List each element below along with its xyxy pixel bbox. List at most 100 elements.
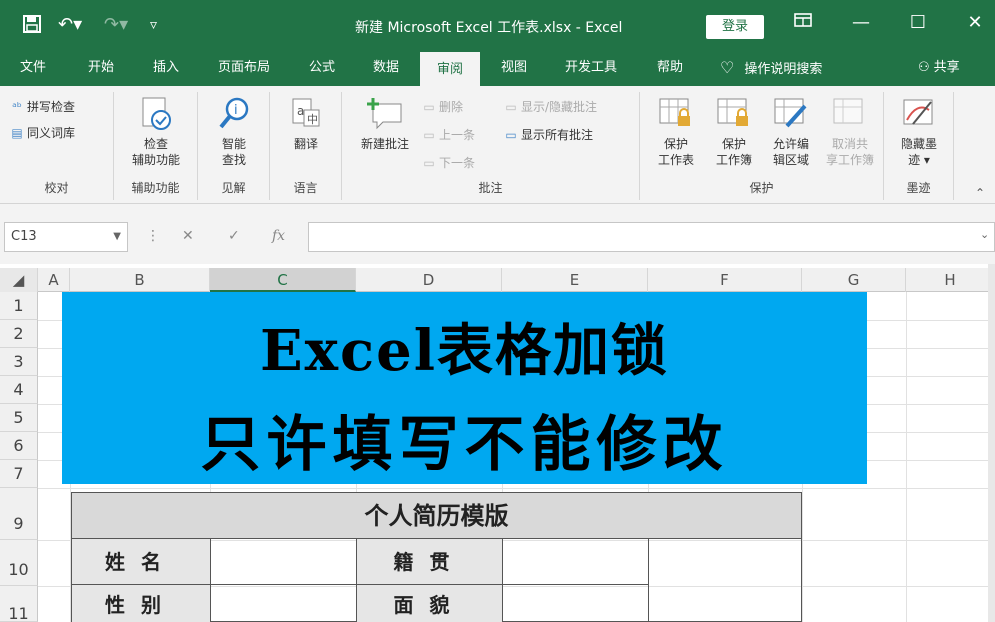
next-comment-button[interactable]: ▭ 下一条 bbox=[422, 154, 475, 171]
column-header-g[interactable]: G bbox=[802, 268, 906, 292]
tab-home[interactable]: 开始 bbox=[76, 52, 126, 86]
column-header-a[interactable]: A bbox=[38, 268, 70, 292]
tab-data[interactable]: 数据 bbox=[360, 52, 412, 86]
tab-review[interactable]: 审阅 bbox=[420, 52, 480, 86]
gridline bbox=[906, 292, 907, 622]
column-header-b[interactable]: B bbox=[70, 268, 210, 292]
delete-comment-label: 删除 bbox=[439, 100, 464, 114]
redo-icon[interactable]: ↷▾ bbox=[104, 14, 128, 35]
column-header-e[interactable]: E bbox=[502, 268, 648, 292]
show-hide-comment-button[interactable]: ▭ 显示/隐藏批注 bbox=[504, 98, 597, 115]
maximize-icon[interactable]: ☐ bbox=[903, 12, 933, 33]
tab-formulas[interactable]: 公式 bbox=[296, 52, 348, 86]
group-label-protect: 保护 bbox=[749, 181, 774, 195]
smart-lookup-icon: i bbox=[219, 97, 249, 129]
vertical-scrollbar[interactable] bbox=[988, 264, 995, 622]
gridline bbox=[38, 488, 995, 489]
appearance-input-cell[interactable] bbox=[503, 585, 649, 622]
tab-page-layout[interactable]: 页面布局 bbox=[208, 52, 280, 86]
protect-sheet-icon bbox=[659, 98, 690, 126]
translate-button[interactable]: a中 翻译 bbox=[276, 96, 336, 152]
appearance-label[interactable]: 面貌 bbox=[357, 585, 503, 622]
undo-icon[interactable]: ↶▾ bbox=[58, 14, 82, 35]
collapse-ribbon-icon[interactable]: ⌃ bbox=[975, 186, 985, 200]
ribbon-display-icon[interactable] bbox=[788, 12, 818, 33]
worksheet-grid[interactable]: ◢ A B C D E F G H 1 2 3 4 5 6 7 9 10 11 … bbox=[0, 264, 995, 622]
show-all-comments-button[interactable]: ▭ 显示所有批注 bbox=[504, 126, 593, 143]
gender-input-cell[interactable] bbox=[211, 585, 357, 622]
row-header[interactable]: 3 bbox=[0, 348, 38, 376]
title-banner[interactable]: Excel表格加锁 只许填写不能修改 bbox=[62, 292, 867, 484]
chevron-down-icon[interactable]: ▼ bbox=[113, 223, 121, 251]
next-comment-icon: ▭ bbox=[423, 156, 435, 170]
share-button[interactable]: ⚇ 共享 bbox=[918, 52, 960, 86]
allow-edit-ranges-label: 允许编 辑区域 bbox=[772, 137, 809, 167]
save-icon[interactable] bbox=[22, 14, 42, 39]
protect-workbook-button[interactable]: 保护 工作簿 bbox=[704, 96, 764, 168]
more-icon: ⋮ bbox=[146, 228, 160, 244]
row-header[interactable]: 9 bbox=[0, 488, 38, 540]
row-header[interactable]: 10 bbox=[0, 540, 38, 586]
group-insights: i 智能 查找 见解 bbox=[198, 92, 270, 200]
origin-label[interactable]: 籍贯 bbox=[357, 539, 503, 585]
unshare-workbook-icon bbox=[833, 98, 863, 124]
unshare-workbook-button[interactable]: 取消共 享工作簿 bbox=[818, 96, 882, 168]
cancel-icon[interactable]: ✕ bbox=[182, 228, 194, 244]
row-header[interactable]: 11 bbox=[0, 586, 38, 622]
close-icon[interactable]: ✕ bbox=[960, 12, 990, 33]
enter-icon[interactable]: ✓ bbox=[228, 228, 240, 244]
photo-cell[interactable] bbox=[649, 539, 801, 622]
row-header[interactable]: 2 bbox=[0, 320, 38, 348]
svg-text:a: a bbox=[297, 104, 304, 118]
allow-edit-ranges-button[interactable]: 允许编 辑区域 bbox=[760, 96, 822, 168]
name-box[interactable]: C13 ▼ bbox=[4, 222, 128, 252]
tab-insert[interactable]: 插入 bbox=[140, 52, 192, 86]
tab-file[interactable]: 文件 bbox=[8, 52, 58, 86]
group-label-ink: 墨迹 bbox=[906, 181, 931, 195]
tab-developer[interactable]: 开发工具 bbox=[552, 52, 630, 86]
thesaurus-button[interactable]: ▤ 同义词库 bbox=[10, 124, 75, 141]
name-box-value: C13 bbox=[11, 229, 37, 244]
unshare-workbook-label: 取消共 享工作簿 bbox=[825, 137, 874, 167]
formula-input[interactable] bbox=[308, 222, 995, 252]
column-header-c[interactable]: C bbox=[210, 268, 356, 292]
smart-lookup-label: 智能 查找 bbox=[221, 137, 246, 167]
origin-input-cell[interactable] bbox=[503, 539, 649, 585]
group-accessibility: 检查 辅助功能 辅助功能 bbox=[114, 92, 198, 200]
column-header-h[interactable]: H bbox=[906, 268, 995, 292]
name-input-cell[interactable] bbox=[211, 539, 357, 585]
tab-view[interactable]: 视图 bbox=[488, 52, 540, 86]
hide-ink-button[interactable]: 隐藏墨 迹 ▾ bbox=[888, 96, 950, 168]
gender-label[interactable]: 性别 bbox=[72, 585, 211, 622]
column-header-d[interactable]: D bbox=[356, 268, 502, 292]
tell-me-search[interactable]: ♡ 操作说明搜索 bbox=[720, 52, 822, 86]
insert-function-icon[interactable]: fx bbox=[272, 228, 285, 244]
minimize-icon[interactable]: — bbox=[846, 12, 876, 33]
protect-sheet-label: 保护 工作表 bbox=[657, 137, 694, 167]
banner-line-1: Excel表格加锁 bbox=[259, 318, 670, 384]
row-header[interactable]: 7 bbox=[0, 460, 38, 488]
new-comment-label: 新建批注 bbox=[360, 137, 409, 151]
tab-help[interactable]: 帮助 bbox=[644, 52, 696, 86]
name-label[interactable]: 姓名 bbox=[72, 539, 211, 585]
protect-workbook-label: 保护 工作簿 bbox=[715, 137, 752, 167]
spell-check-button[interactable]: ᵃᵇ 拼写检查 bbox=[10, 98, 75, 115]
customize-icon[interactable]: ▿ bbox=[150, 17, 157, 33]
column-header-f[interactable]: F bbox=[648, 268, 802, 292]
check-accessibility-button[interactable]: 检查 辅助功能 bbox=[120, 96, 192, 168]
previous-comment-button[interactable]: ▭ 上一条 bbox=[422, 126, 475, 143]
resume-title[interactable]: 个人简历模版 bbox=[72, 493, 801, 539]
svg-text:中: 中 bbox=[307, 113, 318, 126]
protect-sheet-button[interactable]: 保护 工作表 bbox=[646, 96, 706, 168]
select-all-corner[interactable]: ◢ bbox=[0, 268, 38, 292]
row-header[interactable]: 6 bbox=[0, 432, 38, 460]
expand-formula-icon[interactable]: ⌄ bbox=[980, 228, 989, 241]
smart-lookup-button[interactable]: i 智能 查找 bbox=[204, 96, 264, 168]
translate-icon: a中 bbox=[292, 98, 320, 127]
row-header[interactable]: 1 bbox=[0, 292, 38, 320]
row-header[interactable]: 5 bbox=[0, 404, 38, 432]
delete-comment-button[interactable]: ▭ 删除 bbox=[422, 98, 463, 115]
login-button[interactable]: 登录 bbox=[706, 15, 764, 39]
new-comment-button[interactable]: 新建批注 bbox=[350, 96, 420, 152]
row-header[interactable]: 4 bbox=[0, 376, 38, 404]
